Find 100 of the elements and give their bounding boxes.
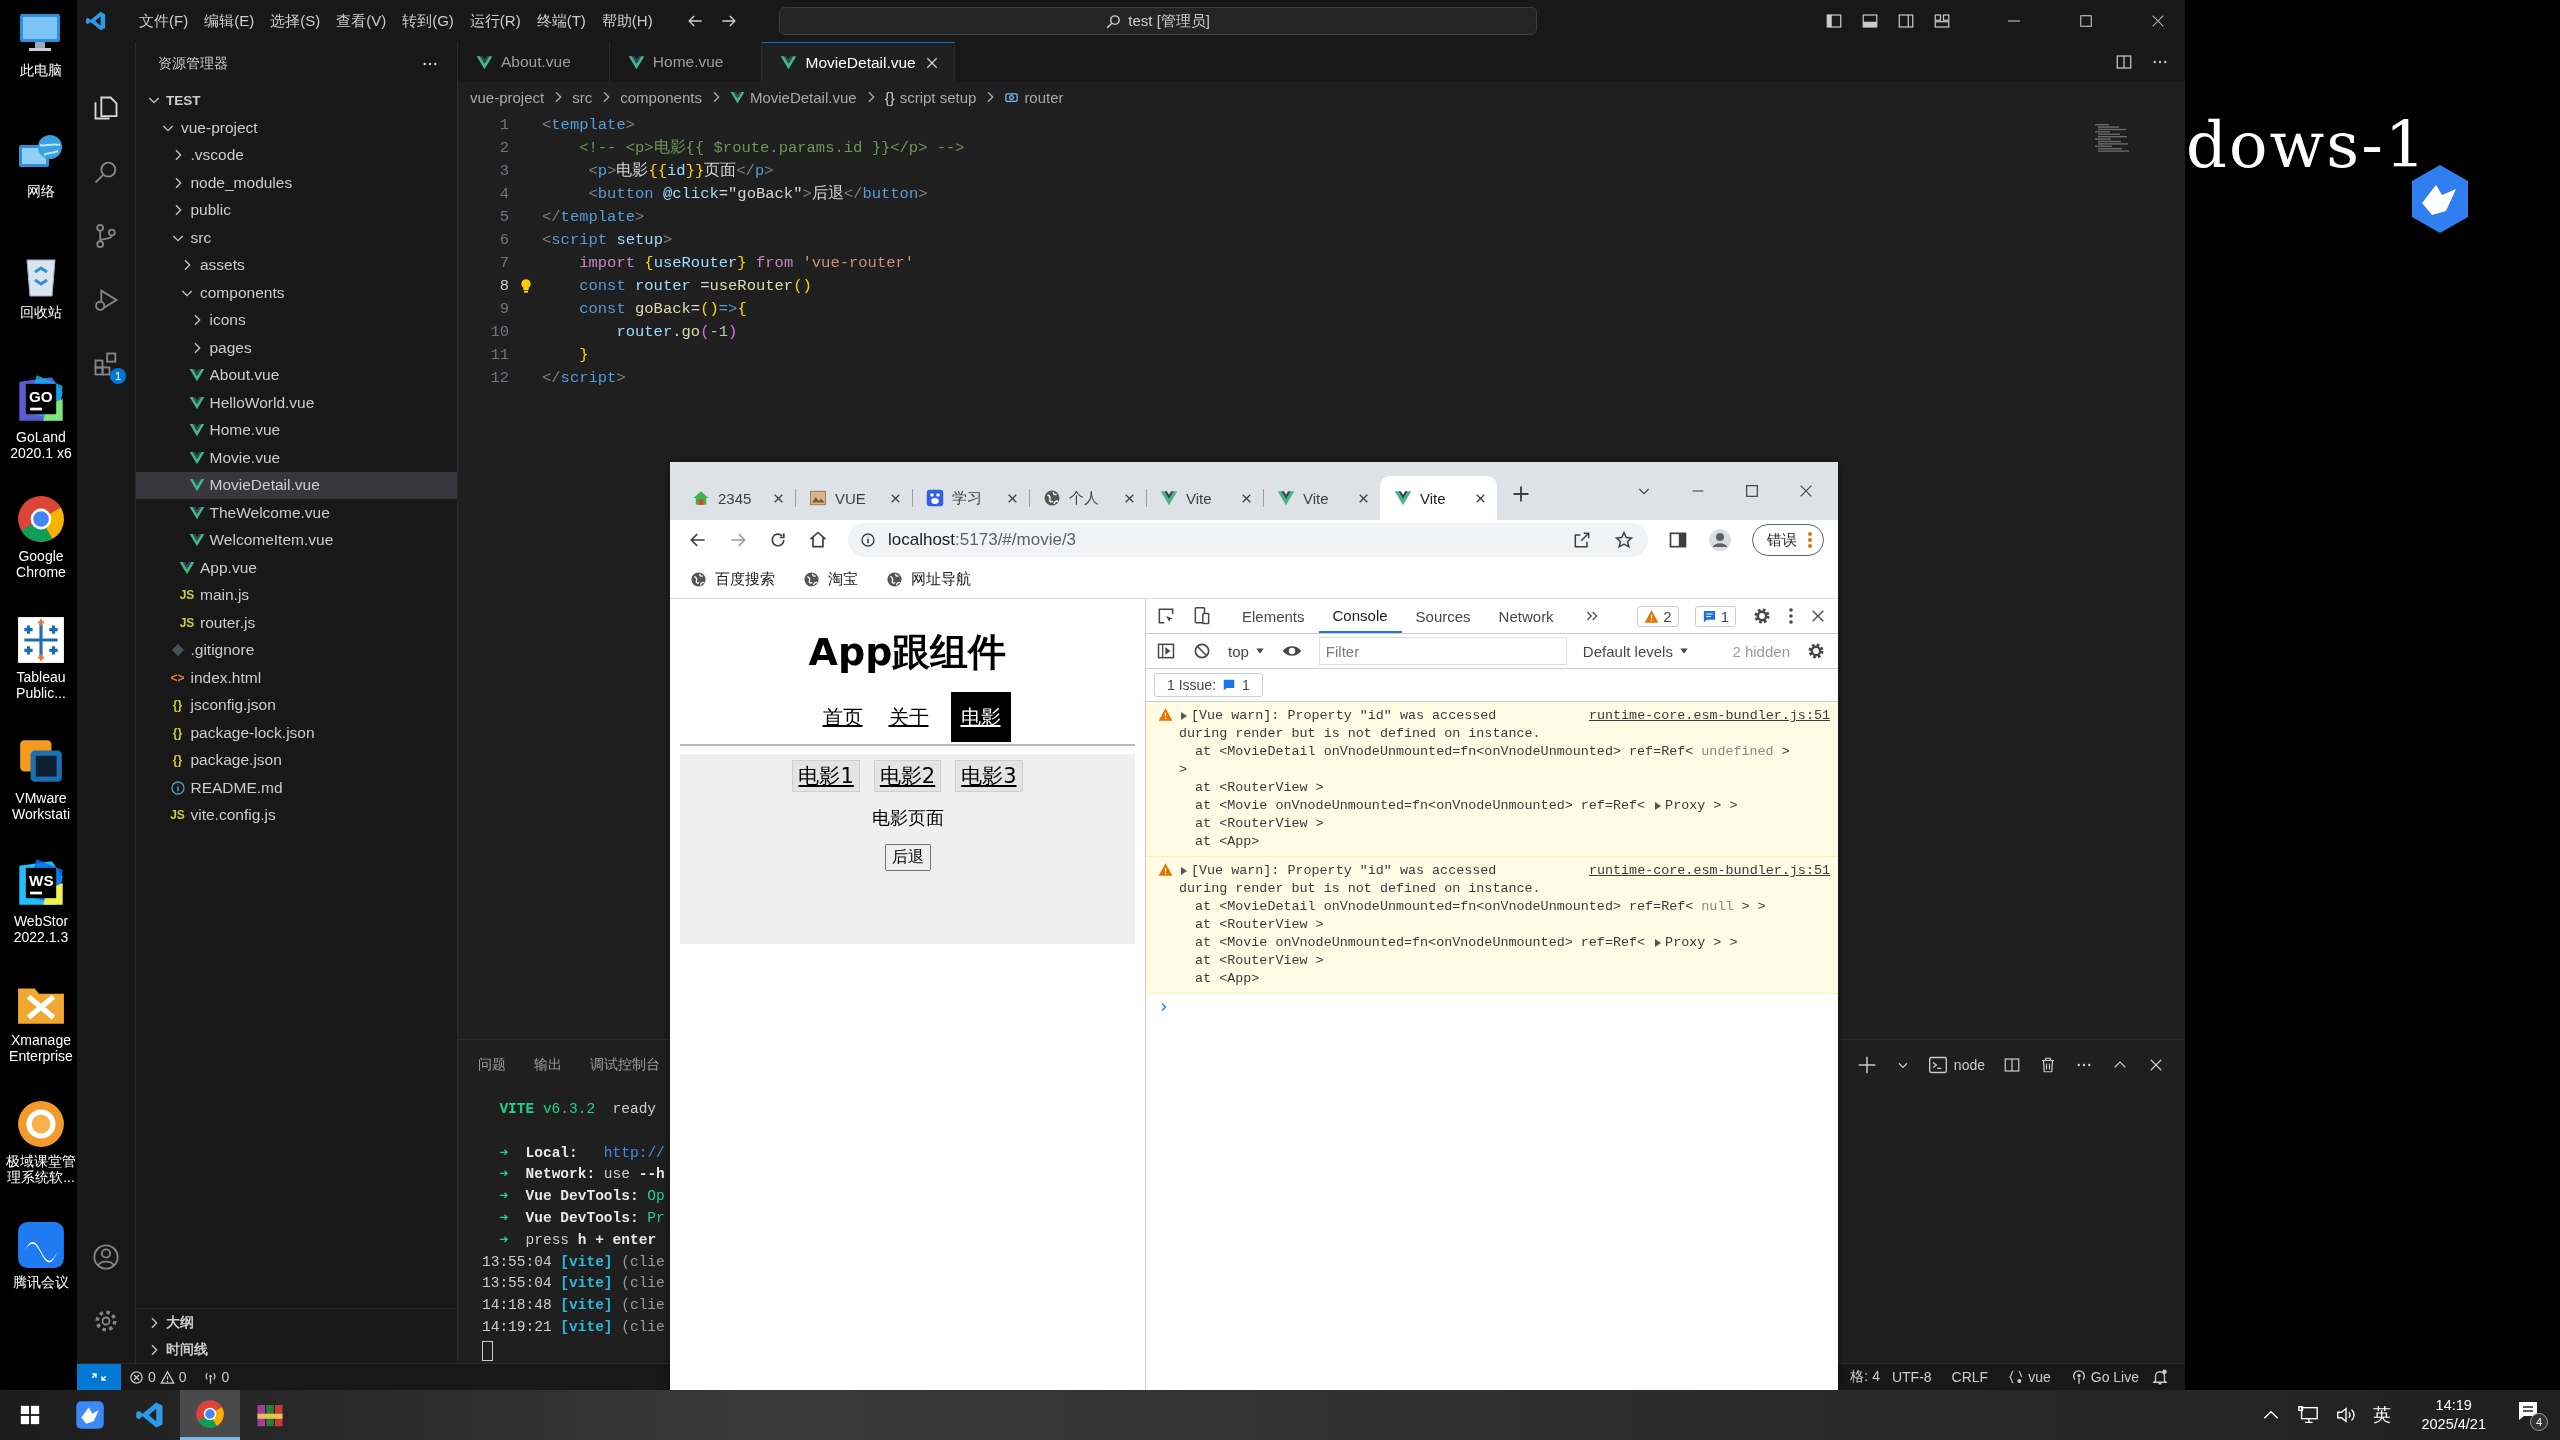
- menu-item[interactable]: 运行(R): [461, 7, 529, 35]
- run-debug-icon[interactable]: [92, 286, 120, 314]
- close-icon[interactable]: [1798, 483, 1814, 499]
- clear-icon[interactable]: [1192, 641, 1212, 661]
- movie-link[interactable]: 电影3: [955, 760, 1023, 792]
- sidebar-icon[interactable]: [1156, 641, 1176, 661]
- panel-toggle-icon[interactable]: [1861, 12, 1879, 30]
- section-header[interactable]: 大纲: [136, 1309, 457, 1336]
- settings-icon[interactable]: [1806, 641, 1826, 661]
- file-item[interactable]: {} jsconfig.json: [136, 691, 457, 719]
- folder-item[interactable]: .vscode: [136, 141, 457, 169]
- browser-tab[interactable]: 个人: [1029, 476, 1146, 520]
- levels-dropdown[interactable]: Default levels: [1582, 642, 1689, 660]
- devtools-tab[interactable]: Elements: [1228, 599, 1319, 633]
- file-item[interactable]: JS main.js: [136, 581, 457, 609]
- status-item[interactable]: UTF-8: [1883, 1369, 1940, 1385]
- bookmark[interactable]: 网址导航: [886, 569, 971, 589]
- breadcrumb[interactable]: MovieDetail.vue: [749, 88, 857, 106]
- breadcrumb[interactable]: components: [620, 88, 702, 106]
- menu-item[interactable]: 终端(T): [528, 7, 594, 35]
- volume-icon[interactable]: [2335, 1404, 2358, 1426]
- breadcrumb[interactable]: src: [572, 88, 593, 106]
- address-bar[interactable]: localhost:5173/#/movie/3: [848, 523, 1648, 557]
- bookmark[interactable]: 百度搜索: [690, 569, 775, 589]
- folder-item[interactable]: public: [136, 196, 457, 224]
- star-icon[interactable]: [1614, 530, 1634, 550]
- status-item[interactable]: 格: 4: [1848, 1368, 1880, 1386]
- nav-link[interactable]: 关于: [884, 692, 933, 742]
- desktop-icon-label[interactable]: Tableau Public...: [1, 669, 81, 702]
- file-item[interactable]: WelcomeItem.vue: [136, 526, 457, 554]
- browser-tab[interactable]: 2345: [678, 476, 795, 520]
- nav-link[interactable]: 首页: [818, 692, 867, 742]
- folder-item[interactable]: components: [136, 279, 457, 307]
- breadcrumb[interactable]: script setup: [899, 88, 977, 106]
- split-editor-icon[interactable]: [2115, 53, 2133, 71]
- files-icon[interactable]: [92, 94, 120, 122]
- file-item[interactable]: <> index.html: [136, 664, 457, 692]
- menu-item[interactable]: 转到(G): [394, 7, 462, 35]
- folder-item[interactable]: src: [136, 224, 457, 252]
- devtools-tab[interactable]: Network: [1484, 599, 1568, 633]
- issues-button[interactable]: 1 Issue: 1: [1154, 673, 1263, 697]
- side-panel-icon[interactable]: [1668, 530, 1688, 550]
- device-icon[interactable]: [1192, 606, 1212, 626]
- nav-link[interactable]: 电影: [950, 692, 1011, 742]
- file-item[interactable]: MovieDetail.vue: [136, 471, 457, 499]
- ports-status[interactable]: 0: [194, 1369, 238, 1385]
- panel-tab[interactable]: 输出: [534, 1056, 562, 1074]
- file-item[interactable]: TheWelcome.vue: [136, 499, 457, 527]
- workspace-header[interactable]: TEST: [136, 86, 457, 114]
- file-item[interactable]: {} package-lock.json: [136, 719, 457, 747]
- desktop-icon-label[interactable]: VMware Workstati: [1, 790, 81, 823]
- breadcrumb[interactable]: vue-project: [470, 88, 545, 106]
- network-status-icon[interactable]: [2297, 1404, 2320, 1426]
- folder-item[interactable]: node_modules: [136, 169, 457, 197]
- breadcrumb[interactable]: router: [1024, 88, 1064, 106]
- devtools-tab[interactable]: Console: [1318, 599, 1402, 633]
- folder-item[interactable]: pages: [136, 334, 457, 362]
- share-icon[interactable]: [1572, 530, 1592, 550]
- desktop-icon-label[interactable]: GoLand 2020.1 x6: [1, 429, 81, 462]
- notification-button[interactable]: 4: [2516, 1399, 2548, 1431]
- maximize-icon[interactable]: [1744, 483, 1760, 499]
- menu-item[interactable]: 文件(F): [131, 7, 197, 35]
- settings-icon[interactable]: [1752, 606, 1772, 626]
- more-vertical-icon[interactable]: [1788, 607, 1794, 625]
- desktop-icon-label[interactable]: 极域课堂管理系统软...: [1, 1153, 81, 1186]
- desktop-icon-label[interactable]: 腾讯会议: [1, 1274, 81, 1291]
- split-layout-icon[interactable]: [1897, 12, 1915, 30]
- folder-item[interactable]: icons: [136, 306, 457, 334]
- source-link[interactable]: runtime-core.esm-bundler.js:51: [1588, 862, 1830, 880]
- browser-tab[interactable]: Vite: [1263, 476, 1380, 520]
- file-item[interactable]: About.vue: [136, 361, 457, 389]
- file-item[interactable]: HelloWorld.vue: [136, 389, 457, 417]
- folder-item[interactable]: vue-project: [136, 114, 457, 142]
- sidebar-toggle-icon[interactable]: [1825, 12, 1843, 30]
- input-method[interactable]: 英: [2373, 1403, 2392, 1427]
- command-center[interactable]: test [管理员]: [778, 7, 1537, 35]
- clock[interactable]: 14:19 2025/4/21: [2421, 1396, 2486, 1434]
- desktop-icon-label[interactable]: WebStor 2022.1.3: [1, 913, 81, 946]
- file-item[interactable]: JS vite.config.js: [136, 801, 457, 829]
- account-icon[interactable]: [92, 1243, 120, 1271]
- desktop-icon-label[interactable]: 此电脑: [1, 62, 81, 79]
- go-live-button[interactable]: Go Live: [2062, 1369, 2147, 1385]
- context-selector[interactable]: top: [1228, 642, 1265, 660]
- file-item[interactable]: App.vue: [136, 554, 457, 582]
- menu-item[interactable]: 查看(V): [328, 7, 395, 35]
- browser-tab[interactable]: 学习: [912, 476, 1029, 520]
- menu-item[interactable]: 帮助(H): [593, 7, 661, 35]
- message-counter[interactable]: 1: [1694, 605, 1736, 627]
- menu-item[interactable]: 编辑(E): [196, 7, 263, 35]
- bookmark[interactable]: 淘宝: [803, 569, 858, 589]
- problems-status[interactable]: 0 0: [121, 1369, 195, 1385]
- panel-tab[interactable]: 调试控制台: [590, 1056, 660, 1074]
- expand-triangle-icon[interactable]: [1181, 712, 1187, 720]
- browser-tab[interactable]: VUE: [795, 476, 912, 520]
- warning-counter[interactable]: 2: [1637, 605, 1679, 627]
- trash-icon[interactable]: [2039, 1056, 2057, 1074]
- file-item[interactable]: .gitignore: [136, 636, 457, 664]
- close-icon[interactable]: [1810, 608, 1826, 624]
- filter-field[interactable]: Filter: [1318, 637, 1567, 665]
- desktop-icon-label[interactable]: Xmanage Enterprise: [1, 1032, 81, 1065]
